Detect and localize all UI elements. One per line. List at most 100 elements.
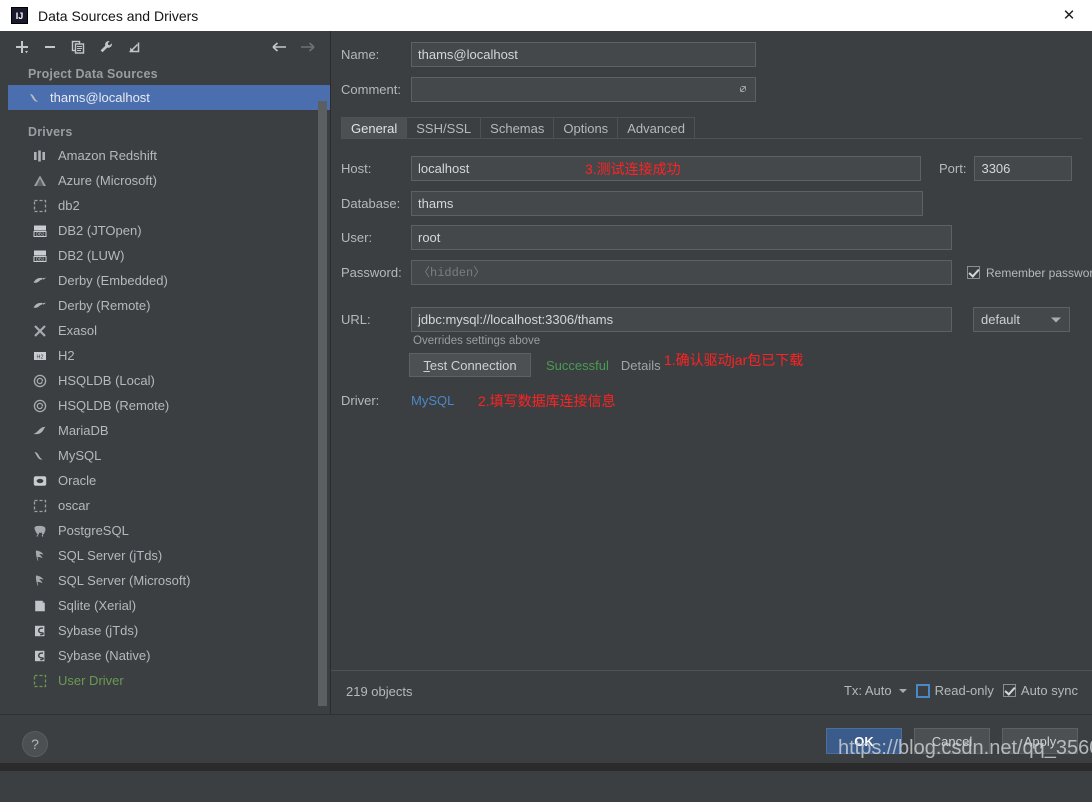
driver-item-hsqldb-local[interactable]: HSQLDB (Local) [8, 368, 330, 393]
driver-item-label: Oracle [58, 473, 97, 488]
driver-item-oracle[interactable]: Oracle [8, 468, 330, 493]
settings-tabs[interactable]: General SSH/SSL Schemas Options Advanced [341, 115, 1081, 139]
driver-label: Driver: [341, 393, 380, 408]
h2-icon: H2 [32, 347, 58, 365]
driver-item-sybase-jtds[interactable]: Sybase (jTds) [8, 618, 330, 643]
driver-item-derby-embedded[interactable]: Derby (Embedded) [8, 268, 330, 293]
database-row: Database: thams [341, 191, 923, 216]
objects-count: 219 objects [346, 684, 413, 699]
driver-item-db2[interactable]: db2 [8, 193, 330, 218]
tx-mode-select[interactable]: Tx: Auto [844, 683, 907, 698]
driver-item-label: H2 [58, 348, 75, 363]
autosync-box[interactable] [1002, 684, 1016, 697]
driver-item-user-driver[interactable]: User Driver [8, 668, 330, 693]
svg-text:DB2: DB2 [36, 256, 45, 261]
autosync-checkbox[interactable]: Auto sync [1002, 683, 1078, 698]
tab-general[interactable]: General [341, 117, 408, 139]
driver-item-label: Sqlite (Xerial) [58, 598, 137, 613]
datasource-driver-list[interactable]: Project Data Sources thams@localhost Dri… [8, 62, 330, 714]
driver-item-mysql[interactable]: MySQL [8, 443, 330, 468]
tab-ssh-ssl[interactable]: SSH/SSL [406, 117, 482, 139]
driver-item-h2[interactable]: H2 H2 [8, 343, 330, 368]
sybase-icon [32, 647, 58, 665]
intellij-idea-icon: IJ [11, 7, 28, 24]
add-button[interactable] [8, 34, 36, 60]
readonly-label: Read-only [934, 683, 994, 698]
generic-db-icon [32, 197, 58, 215]
readonly-box[interactable] [915, 683, 930, 698]
import-arrow-icon[interactable] [120, 34, 148, 60]
test-connection-row: Test Connection Successful Details [409, 353, 661, 377]
redshift-icon [32, 147, 58, 165]
driver-link[interactable]: MySQL [411, 393, 454, 408]
url-input[interactable]: jdbc:mysql://localhost:3306/thams [411, 307, 952, 332]
remember-password-box[interactable] [967, 266, 980, 279]
tab-options[interactable]: Options [553, 117, 619, 139]
name-row: Name: thams@localhost [341, 42, 756, 67]
test-details-link[interactable]: Details [621, 358, 661, 373]
sidebar-scrollbar[interactable] [318, 101, 327, 706]
back-arrow-icon[interactable] [266, 34, 294, 60]
wrench-icon[interactable] [92, 34, 120, 60]
window-titlebar: IJ Data Sources and Drivers ✕ [0, 0, 1092, 32]
driver-item-exasol[interactable]: Exasol [8, 318, 330, 343]
driver-item-label: HSQLDB (Local) [58, 373, 155, 388]
azure-icon [32, 172, 58, 190]
generic-db-icon [32, 672, 58, 690]
test-connection-button[interactable]: Test Connection [409, 353, 531, 377]
tree-toolbar [8, 31, 330, 62]
expand-icon[interactable] [736, 82, 750, 101]
ibm-db2-icon: DB2 [32, 247, 58, 265]
sidebar-item-thams-localhost[interactable]: thams@localhost [8, 85, 330, 110]
chevron-down-icon [898, 688, 907, 693]
chevron-down-icon [1051, 317, 1061, 322]
datasource-tree-panel: Project Data Sources thams@localhost Dri… [8, 31, 331, 714]
url-mode-select[interactable]: default [973, 307, 1070, 332]
comment-label: Comment: [341, 82, 401, 97]
remember-password-checkbox[interactable]: Remember password [967, 266, 1092, 280]
password-input[interactable]: 〈hidden〉 [411, 260, 952, 285]
tab-schemas[interactable]: Schemas [480, 117, 555, 139]
driver-item-db2-jtopen[interactable]: DB2 DB2 (JTOpen) [8, 218, 330, 243]
driver-item-sqlite-xerial[interactable]: Sqlite (Xerial) [8, 593, 330, 618]
driver-item-label: db2 [58, 198, 80, 213]
password-row: Password: 〈hidden〉 Remember password [341, 260, 1092, 285]
svg-text:H2: H2 [37, 354, 44, 360]
readonly-checkbox[interactable]: Read-only [915, 683, 994, 698]
driver-item-label: PostgreSQL [58, 523, 129, 538]
driver-item-amazon-redshift[interactable]: Amazon Redshift [8, 143, 330, 168]
ibm-db2-icon: DB2 [32, 222, 58, 240]
driver-item-oscar[interactable]: oscar [8, 493, 330, 518]
driver-item-mariadb[interactable]: MariaDB [8, 418, 330, 443]
forward-arrow-icon[interactable] [294, 34, 322, 60]
driver-item-hsqldb-remote[interactable]: HSQLDB (Remote) [8, 393, 330, 418]
driver-item-sybase-native[interactable]: Sybase (Native) [8, 643, 330, 668]
comment-input[interactable] [411, 77, 756, 102]
status-bar: 219 objects Tx: Auto Read-only Auto sync [331, 671, 1092, 713]
driver-item-azure-microsoft[interactable]: Azure (Microsoft) [8, 168, 330, 193]
driver-item-sql-server-microsoft[interactable]: SQL Server (Microsoft) [8, 568, 330, 593]
copy-icon[interactable] [64, 34, 92, 60]
remove-button[interactable] [36, 34, 64, 60]
driver-item-postgresql[interactable]: PostgreSQL [8, 518, 330, 543]
exasol-icon [32, 322, 58, 340]
close-icon[interactable]: ✕ [1046, 0, 1092, 30]
sidebar-item-label: thams@localhost [50, 90, 150, 105]
user-row: User: root [341, 225, 952, 250]
driver-item-label: DB2 (JTOpen) [58, 223, 142, 238]
driver-item-sql-server-jtds[interactable]: SQL Server (jTds) [8, 543, 330, 568]
user-input[interactable]: root [411, 225, 952, 250]
svg-text:DB2: DB2 [36, 231, 45, 236]
port-label: Port: [939, 161, 967, 176]
driver-item-derby-remote[interactable]: Derby (Remote) [8, 293, 330, 318]
driver-item-label: Sybase (Native) [58, 648, 151, 663]
mysql-icon [28, 90, 50, 106]
autosync-label: Auto sync [1020, 683, 1078, 698]
database-input[interactable]: thams [411, 191, 923, 216]
port-input[interactable]: 3306 [974, 156, 1073, 181]
tab-advanced[interactable]: Advanced [617, 117, 696, 139]
name-input[interactable]: thams@localhost [411, 42, 756, 67]
url-row: URL: jdbc:mysql://localhost:3306/thams d… [341, 307, 1070, 332]
driver-item-db2-luw[interactable]: DB2 DB2 (LUW) [8, 243, 330, 268]
help-icon[interactable]: ? [22, 731, 48, 757]
